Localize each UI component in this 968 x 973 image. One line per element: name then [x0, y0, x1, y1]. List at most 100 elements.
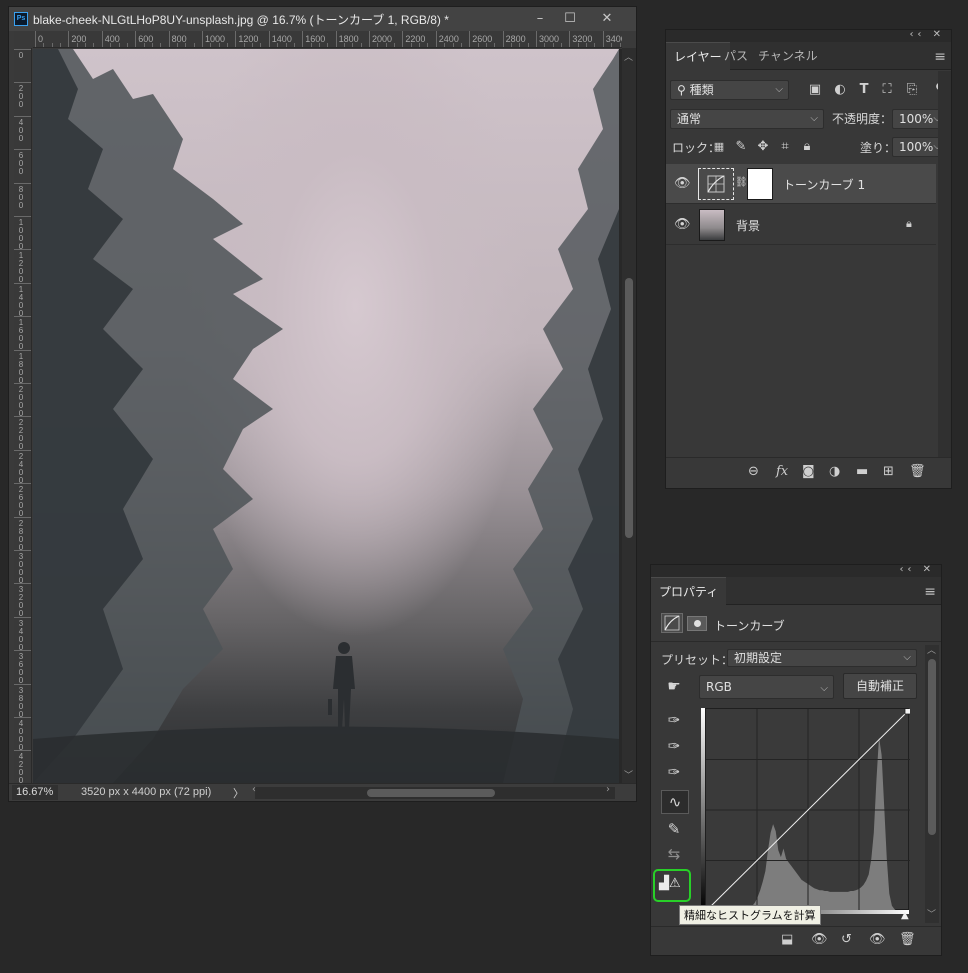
layer-row-background[interactable]: 👁︎ 背景 🔒︎	[666, 205, 936, 245]
ruler-tick	[14, 282, 31, 284]
document-titlebar[interactable]: Ps blake-cheek-NLGtLHoP8UY-unsplash.jpg …	[9, 7, 636, 31]
collapse-close-icons[interactable]: ‹‹ ✕	[899, 564, 935, 575]
ruler-minor-tick	[394, 43, 396, 47]
mask-dot	[694, 620, 701, 627]
info-menu-arrow-icon[interactable]: 〉	[233, 785, 244, 801]
ruler-tick	[14, 650, 31, 652]
maximize-icon[interactable]: ☐	[559, 10, 581, 28]
layers-scrollbar[interactable]	[938, 71, 951, 457]
layer-name[interactable]: 背景	[736, 217, 760, 234]
link-icon[interactable]: ⊖	[748, 464, 759, 479]
channel-select[interactable]: RGB ⌵	[699, 675, 834, 699]
visibility-eye-icon[interactable]: 👁︎	[674, 217, 691, 232]
ruler-minor-tick	[126, 43, 128, 47]
lock-artboard-icon[interactable]: ⌗	[776, 139, 794, 155]
lock-transparent-icon[interactable]: ▦	[710, 139, 728, 155]
panel-topbar[interactable]: ‹‹ ✕	[666, 29, 951, 42]
adjustment-filter-icon[interactable]: ◐	[831, 82, 849, 98]
layer-name[interactable]: トーンカーブ 1	[783, 176, 865, 193]
divider	[651, 641, 941, 642]
trash-icon[interactable]: 🗑︎	[899, 932, 916, 947]
canvas-vertical-scroll-thumb[interactable]	[625, 278, 633, 538]
clip-icon[interactable]: ⬓	[781, 932, 793, 947]
search-icon: ⚲	[677, 83, 686, 97]
scroll-right-icon[interactable]: ›	[606, 784, 610, 795]
panel-menu-icon[interactable]: ≡	[934, 49, 946, 65]
scroll-up-icon[interactable]: ︿	[927, 643, 936, 656]
curve-point-icon[interactable]: ∿	[661, 790, 689, 814]
curves-adjustment-icon[interactable]	[661, 613, 683, 633]
blend-mode-select[interactable]: 通常 ⌵	[670, 109, 824, 129]
mask-link-icon[interactable]: ⛓	[735, 177, 748, 188]
properties-scroll-thumb[interactable]	[928, 659, 936, 835]
folder-icon[interactable]: ▬	[856, 464, 868, 479]
pencil-icon[interactable]: ✎	[661, 818, 687, 840]
curves-graph[interactable]	[704, 707, 912, 913]
lock-all-icon[interactable]: 🔒︎	[798, 139, 816, 155]
ruler-minor-tick	[210, 43, 212, 47]
canvas-horizontal-scroll-thumb[interactable]	[367, 789, 495, 797]
panel-topbar[interactable]: ‹‹ ✕	[651, 564, 941, 577]
smart-object-filter-icon[interactable]: ⎘	[903, 82, 921, 98]
new-layer-icon[interactable]: ⊞	[883, 464, 894, 479]
on-image-adjust-icon[interactable]: ☛	[661, 675, 687, 697]
minimize-icon[interactable]: –	[529, 10, 551, 28]
ruler-label: 4200	[18, 752, 24, 783]
black-eyedropper-icon[interactable]: ✑	[661, 709, 687, 731]
canvas-vertical-scrollbar[interactable]: ︿ ﹀	[622, 48, 636, 783]
layer-filter-select[interactable]: ⚲ 種類 ⌵	[670, 80, 789, 100]
properties-bottom-toolbar: ⬓ 👁︎ ↺ 👁︎ 🗑︎	[651, 926, 941, 955]
panel-menu-icon[interactable]: ≡	[924, 584, 936, 600]
fx-icon[interactable]: fx	[776, 464, 788, 479]
horizontal-ruler[interactable]: 0 200 400 600 800 1000 1200 1400 1600 1800 2000 220…	[33, 31, 622, 48]
ruler-minor-tick	[218, 43, 220, 47]
ruler-label: 600	[18, 151, 24, 177]
white-eyedropper-icon[interactable]: ✑	[661, 761, 687, 783]
layer-row-curves[interactable]: 👁︎ ⛓ トーンカーブ 1	[666, 164, 936, 204]
foggy-forest-photo[interactable]	[33, 49, 619, 783]
tab-properties[interactable]: プロパティ	[651, 577, 727, 605]
adjustment-thumbnail[interactable]	[698, 168, 734, 200]
pixel-filter-icon[interactable]: ▣	[806, 82, 824, 98]
visibility-icon[interactable]: 👁︎	[869, 932, 886, 947]
type-filter-icon[interactable]: T	[855, 82, 873, 98]
ruler-label: 2000	[18, 385, 24, 418]
scroll-down-icon[interactable]: ﹀	[624, 768, 633, 781]
scroll-up-icon[interactable]: ︿	[624, 50, 633, 63]
adjustment-icon[interactable]: ◑	[829, 464, 840, 479]
view-previous-icon[interactable]: 👁︎	[811, 932, 828, 947]
smooth-icon[interactable]: ⇆	[661, 843, 687, 865]
ruler-label: 1400	[271, 34, 292, 44]
close-icon[interactable]: ✕	[596, 10, 618, 28]
scroll-left-icon[interactable]: ‹	[252, 784, 256, 795]
canvas-area[interactable]	[33, 49, 622, 783]
properties-scrollbar[interactable]: ︿ ﹀	[925, 645, 939, 923]
visibility-eye-icon[interactable]: 👁︎	[674, 176, 691, 191]
histogram-warning-button[interactable]: ▟⚠	[653, 869, 691, 902]
mask-icon[interactable]: ◙	[802, 464, 815, 479]
background-thumbnail[interactable]	[699, 209, 725, 241]
lock-position-move-icon[interactable]: ✥	[754, 139, 772, 155]
ruler-tick	[35, 31, 36, 47]
lock-image-brush-icon[interactable]: ✎	[732, 139, 750, 155]
ruler-label: 1800	[338, 34, 359, 44]
trash-icon[interactable]: 🗑︎	[909, 464, 926, 479]
tab-channels[interactable]: チャンネル	[750, 42, 826, 70]
gray-eyedropper-icon[interactable]: ✑	[661, 735, 687, 757]
collapse-close-icons[interactable]: ‹‹ ✕	[909, 29, 945, 40]
reset-icon[interactable]: ↺	[841, 932, 852, 947]
scroll-down-icon[interactable]: ﹀	[927, 907, 936, 920]
vertical-ruler[interactable]: 0 200 400 600 800 100012001400160018002000220…	[14, 48, 32, 783]
auto-button[interactable]: 自動補正	[843, 673, 917, 699]
layer-mask-thumbnail[interactable]	[747, 168, 773, 200]
shape-filter-icon[interactable]: ⛶	[878, 82, 896, 98]
preset-select[interactable]: 初期設定 ⌵	[727, 649, 917, 667]
ruler-origin[interactable]	[14, 31, 33, 48]
ruler-minor-tick	[277, 43, 279, 47]
white-point-slider-icon[interactable]: ▲	[901, 910, 909, 921]
canvas-horizontal-scrollbar[interactable]: ‹ ›	[252, 784, 615, 799]
zoom-level-field[interactable]: 16.67%	[12, 785, 58, 800]
mask-properties-icon[interactable]	[687, 616, 707, 631]
curves-graph-svg[interactable]	[704, 707, 912, 913]
ruler-label: 1000	[18, 218, 24, 251]
